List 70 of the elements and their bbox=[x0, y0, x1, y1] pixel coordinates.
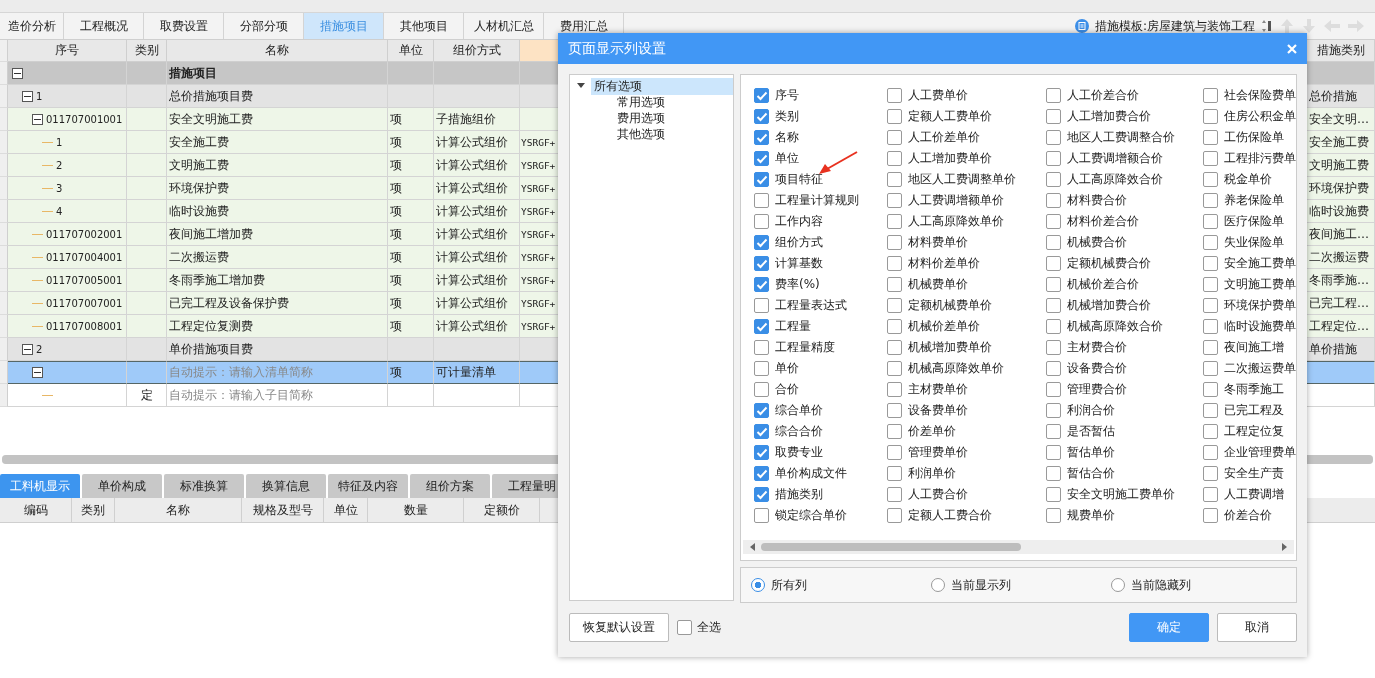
table-cell: YSRGF+ bbox=[521, 274, 556, 286]
table-cell: 二次搬运费 bbox=[169, 248, 229, 266]
table-cell: 文明施工费 bbox=[1309, 156, 1369, 174]
table-cell: 文明施工费 bbox=[169, 156, 229, 174]
table-cell: YSRGF+ bbox=[521, 159, 556, 171]
row-number: 4 bbox=[56, 205, 63, 217]
table-cell: 计算公式组价 bbox=[436, 225, 508, 243]
table-cell: 单价措施 bbox=[1309, 340, 1357, 358]
row-number: 011707002001 bbox=[46, 228, 123, 240]
row-number: 2 bbox=[56, 159, 63, 171]
table-cell: YSRGF+ bbox=[521, 228, 556, 240]
table-cell: 临时设施费 bbox=[1309, 202, 1369, 220]
row-number: 3 bbox=[56, 182, 63, 194]
table-cell: 计算公式组价 bbox=[436, 271, 508, 289]
table-cell: 定 bbox=[140, 386, 153, 404]
table-cell: 计算公式组价 bbox=[436, 179, 508, 197]
table-cell: 可计量清单 bbox=[436, 364, 496, 381]
table-cell: 项 bbox=[390, 110, 402, 128]
table-cell: 环境保护费 bbox=[1309, 179, 1369, 197]
table-cell: 冬雨季施… bbox=[1309, 271, 1369, 289]
table-cell: 计算公式组价 bbox=[436, 133, 508, 151]
row-number: 011707007001 bbox=[46, 297, 123, 309]
table-cell: 项 bbox=[390, 202, 402, 220]
table-cell: 项 bbox=[390, 225, 402, 243]
table-cell: 安全施工费 bbox=[169, 133, 229, 151]
table-cell: 子措施组价 bbox=[436, 110, 496, 128]
table-cell: 环境保护费 bbox=[169, 179, 229, 197]
table-cell: 夜间施工增加费 bbox=[169, 225, 253, 243]
table-cell: 项 bbox=[390, 317, 402, 335]
table-cell: 计算公式组价 bbox=[436, 294, 508, 312]
row-number: 011707001001 bbox=[46, 113, 123, 125]
table-cell: 二次搬运费 bbox=[1309, 248, 1369, 266]
table-cell: 项 bbox=[390, 156, 402, 174]
table-cell: 已完工程及设备保护费 bbox=[169, 294, 289, 312]
table-cell: 安全施工费 bbox=[1309, 133, 1369, 151]
row-number: 011707004001 bbox=[46, 251, 123, 263]
row-number: 011707008001 bbox=[46, 320, 123, 332]
table-cell: 项 bbox=[390, 294, 402, 312]
table-cell: 总价措施 bbox=[1309, 87, 1357, 105]
table-cell: 计算公式组价 bbox=[436, 317, 508, 335]
dialog-title: 页面显示列设置 bbox=[568, 39, 666, 58]
table-cell: YSRGF+ bbox=[521, 297, 556, 309]
table-cell: 安全文明… bbox=[1309, 110, 1369, 128]
table-cell: YSRGF+ bbox=[521, 320, 556, 332]
table-cell: 措施项目 bbox=[169, 64, 217, 82]
row-number: 1 bbox=[56, 136, 63, 148]
row-number: 1 bbox=[36, 90, 43, 102]
table-cell: YSRGF+ bbox=[521, 182, 556, 194]
table-cell: 项 bbox=[390, 179, 402, 197]
row-number: 011707005001 bbox=[46, 274, 123, 286]
table-cell: YSRGF+ bbox=[521, 136, 556, 148]
table-cell: 工程定位复测费 bbox=[169, 317, 253, 335]
table-cell: YSRGF+ bbox=[521, 205, 556, 217]
table-cell: 计算公式组价 bbox=[436, 202, 508, 220]
table-cell: 安全文明施工费 bbox=[169, 110, 253, 128]
table-cell: 计算公式组价 bbox=[436, 156, 508, 174]
table-cell: 项 bbox=[390, 133, 402, 151]
row-number: 2 bbox=[36, 343, 43, 355]
table-cell: YSRGF+ bbox=[521, 251, 556, 263]
table-cell: 项 bbox=[390, 271, 402, 289]
table-cell: 项 bbox=[390, 248, 402, 266]
table-cell: 工程定位… bbox=[1309, 317, 1369, 335]
table-cell: 冬雨季施工增加费 bbox=[169, 271, 265, 289]
table-cell: 已完工程… bbox=[1309, 294, 1369, 312]
table-cell: 项 bbox=[390, 364, 402, 381]
table-cell: 总价措施项目费 bbox=[169, 87, 253, 105]
table-cell: 临时设施费 bbox=[169, 202, 229, 220]
table-cell: 计算公式组价 bbox=[436, 248, 508, 266]
table-cell: 单价措施项目费 bbox=[169, 340, 253, 358]
table-cell: 夜间施工… bbox=[1309, 225, 1369, 243]
